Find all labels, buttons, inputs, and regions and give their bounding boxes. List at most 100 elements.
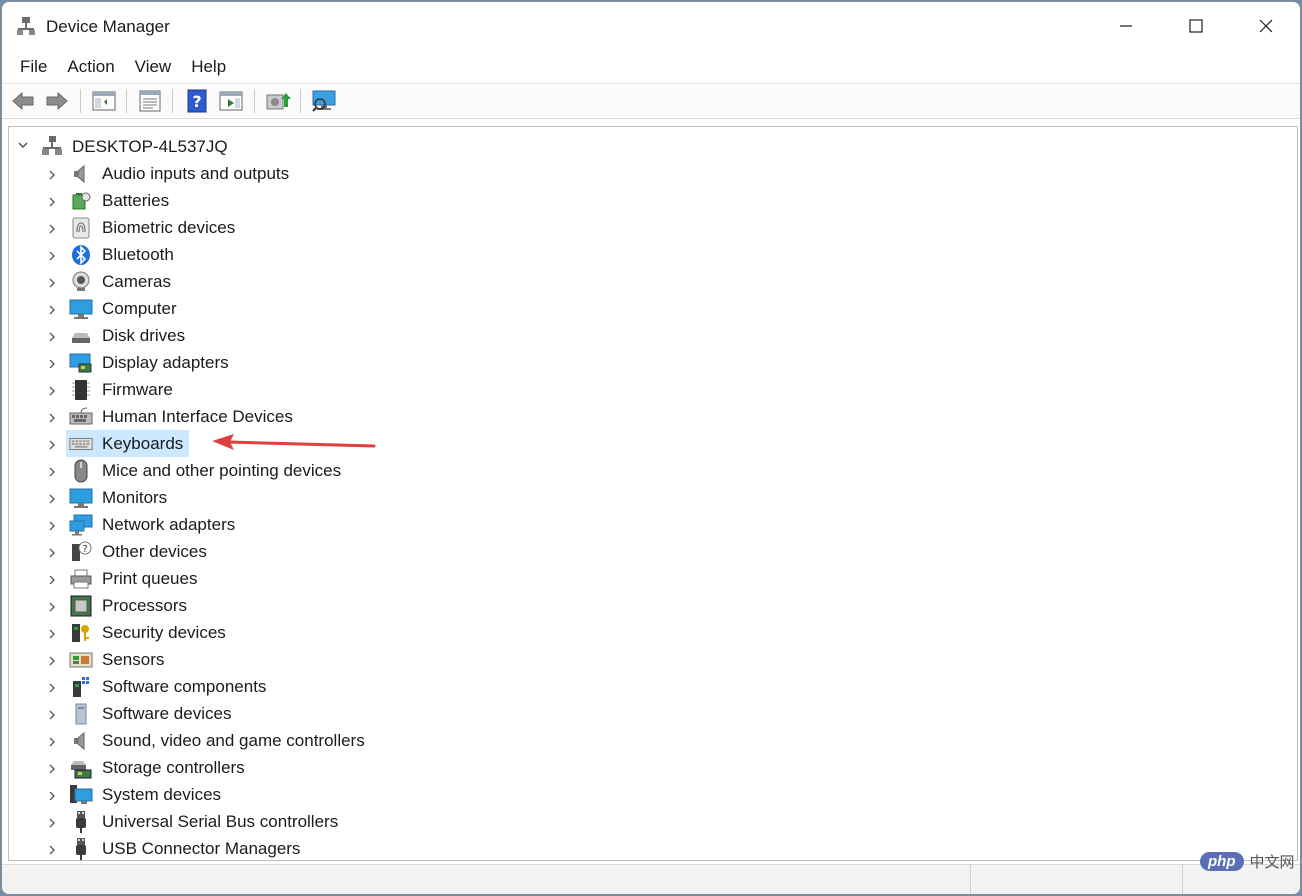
tree-item-disk-drives[interactable]: Disk drives	[9, 322, 1297, 349]
chevron-right-icon[interactable]	[47, 438, 57, 456]
device-tree[interactable]: DESKTOP-4L537JQ Audio inputs and outputs…	[8, 126, 1298, 861]
minimize-button[interactable]	[1091, 2, 1161, 50]
display-adapter-icon	[69, 352, 93, 374]
tree-item-label: Processors	[102, 596, 188, 615]
tree-item-label: Sensors	[102, 650, 165, 669]
chevron-right-icon[interactable]	[47, 816, 57, 834]
chevron-right-icon[interactable]	[47, 789, 57, 807]
fingerprint-icon	[69, 217, 93, 239]
toolbar-separator	[80, 89, 81, 113]
chevron-right-icon[interactable]	[47, 384, 57, 402]
menu-file[interactable]: File	[10, 52, 57, 82]
chevron-right-icon[interactable]	[47, 573, 57, 591]
chevron-right-icon[interactable]	[47, 357, 57, 375]
tree-item-batteries[interactable]: Batteries	[9, 187, 1297, 214]
speaker-icon	[69, 163, 93, 185]
menu-action[interactable]: Action	[57, 52, 124, 82]
tree-item-sound-video-and-game-controllers[interactable]: Sound, video and game controllers	[9, 727, 1297, 754]
properties-button[interactable]	[136, 88, 164, 114]
menubar-divider	[2, 83, 1300, 84]
annotation-arrow-icon	[212, 434, 376, 450]
tree-root[interactable]: DESKTOP-4L537JQ	[9, 133, 1297, 159]
update-driver-button[interactable]	[264, 88, 292, 114]
tree-item-network-adapters[interactable]: Network adapters	[9, 511, 1297, 538]
menu-view[interactable]: View	[125, 52, 182, 82]
tree-item-audio-inputs-and-outputs[interactable]: Audio inputs and outputs	[9, 160, 1297, 187]
tree-item-universal-serial-bus-controllers[interactable]: Universal Serial Bus controllers	[9, 808, 1297, 835]
tree-item-monitors[interactable]: Monitors	[9, 484, 1297, 511]
chevron-right-icon[interactable]	[47, 492, 57, 510]
scan-hardware-button[interactable]	[310, 88, 338, 114]
tree-item-label: Firmware	[102, 380, 173, 399]
chevron-right-icon[interactable]	[47, 249, 57, 267]
help-button[interactable]: ?	[183, 88, 211, 114]
tree-item-label: Disk drives	[102, 326, 186, 345]
tree-item-other-devices[interactable]: ? Other devices	[9, 538, 1297, 565]
chevron-right-icon[interactable]	[47, 843, 57, 860]
battery-icon	[69, 190, 93, 212]
chevron-right-icon[interactable]	[47, 600, 57, 618]
tree-item-print-queues[interactable]: Print queues	[9, 565, 1297, 592]
tree-item-label: Other devices	[102, 542, 207, 561]
chevron-right-icon[interactable]	[47, 654, 57, 672]
menu-help[interactable]: Help	[181, 52, 236, 82]
run-button[interactable]	[217, 88, 245, 114]
hid-icon	[69, 406, 93, 428]
tree-item-label: Software components	[102, 677, 267, 696]
menu-bar: File Action View Help	[2, 52, 1300, 82]
tree-item-label: Keyboards	[102, 434, 184, 453]
chevron-right-icon[interactable]	[47, 276, 57, 294]
tree-item-usb-connector-managers[interactable]: USB Connector Managers	[9, 835, 1297, 860]
chevron-right-icon[interactable]	[47, 708, 57, 726]
tree-item-security-devices[interactable]: Security devices	[9, 619, 1297, 646]
chevron-right-icon[interactable]	[47, 627, 57, 645]
tree-item-bluetooth[interactable]: Bluetooth	[9, 241, 1297, 268]
tree-item-label: Universal Serial Bus controllers	[102, 812, 339, 831]
chevron-right-icon[interactable]	[47, 735, 57, 753]
tree-item-mice-and-other-pointing-devices[interactable]: Mice and other pointing devices	[9, 457, 1297, 484]
tree-item-firmware[interactable]: Firmware	[9, 376, 1297, 403]
tree-item-software-devices[interactable]: Software devices	[9, 700, 1297, 727]
chevron-right-icon[interactable]	[47, 762, 57, 780]
tree-item-label: Bluetooth	[102, 245, 174, 264]
keyboard-icon	[69, 433, 93, 455]
close-button[interactable]	[1231, 2, 1300, 50]
tree-item-computer[interactable]: Computer	[9, 295, 1297, 322]
chevron-right-icon[interactable]	[47, 681, 57, 699]
chevron-right-icon[interactable]	[47, 546, 57, 564]
show-hide-console-tree-button[interactable]	[90, 88, 118, 114]
maximize-button[interactable]	[1161, 2, 1231, 50]
svg-text:?: ?	[192, 92, 201, 111]
tree-item-software-components[interactable]: Software components	[9, 673, 1297, 700]
chevron-right-icon[interactable]	[47, 222, 57, 240]
tree-item-display-adapters[interactable]: Display adapters	[9, 349, 1297, 376]
watermark-badge: php	[1200, 852, 1244, 871]
chevron-right-icon[interactable]	[47, 465, 57, 483]
title-bar[interactable]: Device Manager	[2, 2, 1300, 50]
tree-item-system-devices[interactable]: System devices	[9, 781, 1297, 808]
status-divider	[970, 865, 971, 894]
chevron-right-icon[interactable]	[47, 303, 57, 321]
back-icon	[12, 91, 34, 111]
back-button[interactable]	[9, 88, 37, 114]
webcam-icon	[69, 271, 93, 293]
tree-item-storage-controllers[interactable]: Storage controllers	[9, 754, 1297, 781]
chevron-right-icon[interactable]	[47, 195, 57, 213]
chevron-right-icon[interactable]	[47, 168, 57, 186]
chevron-right-icon[interactable]	[47, 330, 57, 348]
forward-button[interactable]	[43, 88, 71, 114]
status-bar	[2, 864, 1300, 894]
tree-item-label: Security devices	[102, 623, 226, 642]
watermark-text: 中文网	[1249, 854, 1295, 871]
device-manager-window: Device Manager File Action View Help ? D…	[1, 1, 1301, 895]
tree-item-sensors[interactable]: Sensors	[9, 646, 1297, 673]
tree-item-human-interface-devices[interactable]: Human Interface Devices	[9, 403, 1297, 430]
unknown-device-icon: ?	[69, 541, 93, 563]
chevron-right-icon[interactable]	[47, 411, 57, 429]
tree-item-label: System devices	[102, 785, 222, 804]
tree-item-cameras[interactable]: Cameras	[9, 268, 1297, 295]
network-adapter-icon	[69, 514, 93, 536]
tree-item-biometric-devices[interactable]: Biometric devices	[9, 214, 1297, 241]
tree-item-processors[interactable]: Processors	[9, 592, 1297, 619]
chevron-right-icon[interactable]	[47, 519, 57, 537]
